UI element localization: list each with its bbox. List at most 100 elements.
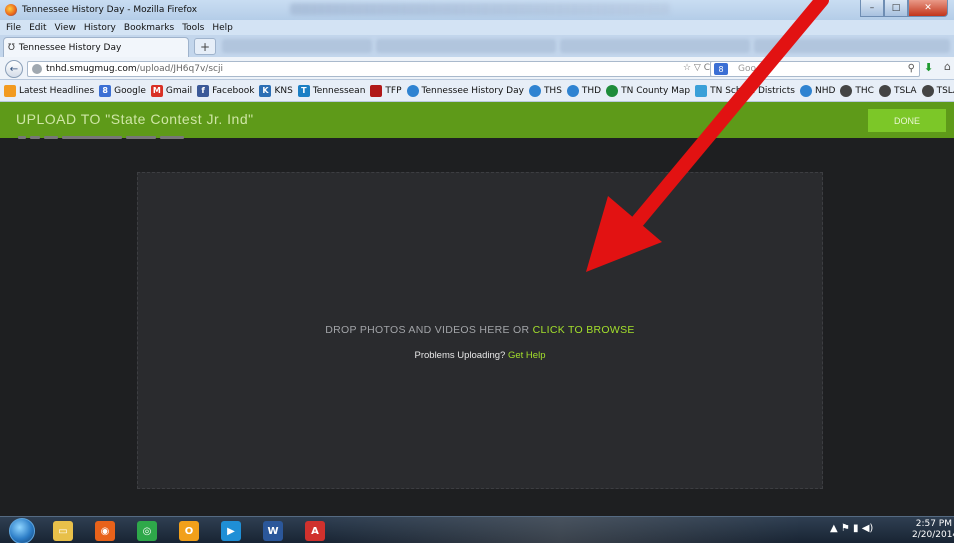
facebook-icon: f	[197, 84, 210, 97]
done-button[interactable]: DONE	[868, 109, 946, 132]
gear-globe-icon	[878, 84, 891, 97]
globe-icon	[528, 84, 541, 97]
search-engine-icon[interactable]: 8	[714, 63, 728, 75]
taskbar-app-button[interactable]: ▶	[214, 519, 248, 543]
taskbar-app-button[interactable]: ◉	[88, 519, 122, 543]
bookmark-item[interactable]: Latest Headlines	[4, 84, 95, 97]
menu-help[interactable]: Help	[212, 23, 233, 33]
url-bar[interactable]: tnhd.smugmug.com/upload/JH6q7v/scji ☆ ▽ …	[27, 61, 717, 77]
bookmark-label: THC	[855, 85, 874, 96]
taskbar-app-button[interactable]: A	[298, 519, 332, 543]
menu-history[interactable]: History	[84, 23, 116, 33]
clock-date: 2/20/2014	[912, 530, 954, 540]
search-icon[interactable]: ⚲	[908, 63, 915, 74]
google-icon: 8	[99, 84, 112, 97]
menu-tools[interactable]: Tools	[182, 23, 204, 33]
bookmark-item[interactable]: TN School Districts	[695, 84, 795, 97]
word-icon: W	[263, 521, 283, 541]
globe-icon	[406, 84, 419, 97]
windows-taskbar: ▭ ◉ ◎ O ▶ W A ▲ ⚑ ▮ ◀) 2:57 PM 2/20/2014	[0, 516, 954, 543]
url-path: /upload/JH6q7v/scji	[136, 64, 223, 74]
maximize-button[interactable]: □	[884, 0, 908, 17]
bookmark-item[interactable]: THS	[528, 84, 562, 97]
bookmark-item[interactable]: f Facebook	[197, 84, 255, 97]
blurred-taskbar-previews	[290, 3, 670, 15]
bookmark-item[interactable]: TSLA Contacts	[921, 84, 954, 97]
media-icon: ▶	[221, 521, 241, 541]
bookmark-item[interactable]: TN County Map	[606, 84, 690, 97]
bookmarks-toolbar: Latest Headlines 8 Google M Gmail f Facebook K K…	[0, 80, 954, 102]
navigation-bar: ← tnhd.smugmug.com/upload/JH6q7v/scji ☆ …	[0, 57, 954, 80]
cut-off-subtitle	[18, 136, 228, 142]
tab-tennessee-history-day[interactable]: Ʊ Tennessee History Day	[3, 37, 189, 57]
tab-blurred-4[interactable]	[754, 39, 950, 53]
close-button[interactable]: ✕	[908, 0, 948, 17]
taskbar-background-image	[320, 517, 800, 543]
firefox-logo-icon	[5, 4, 17, 16]
firefox-icon: ◉	[95, 521, 115, 541]
bookmark-label: Gmail	[165, 85, 193, 96]
bookmark-label: Facebook	[212, 85, 255, 96]
tennessean-icon: T	[297, 84, 310, 97]
get-help-link[interactable]: Get Help	[508, 350, 546, 361]
bookmark-item[interactable]: K KNS	[259, 84, 293, 97]
tab-blurred-3[interactable]	[560, 39, 750, 53]
bookmark-label: NHD	[814, 85, 836, 96]
upload-title: UPLOAD TO "State Contest Jr. Ind"	[16, 111, 254, 127]
bookmark-label: Tennessee History Day	[421, 85, 524, 96]
tab-label: Tennessee History Day	[18, 42, 122, 53]
bookmark-item[interactable]: THC	[840, 84, 874, 97]
bookmark-item[interactable]: TFP	[370, 84, 402, 97]
problems-text: Problems Uploading?	[414, 350, 508, 361]
taskbar-app-button[interactable]: ▭	[46, 519, 80, 543]
back-button[interactable]: ←	[5, 60, 23, 78]
clock[interactable]: 2:57 PM 2/20/2014	[912, 519, 954, 541]
search-input[interactable]: Goo	[738, 64, 756, 74]
upload-header: UPLOAD TO "State Contest Jr. Ind" DONE	[0, 102, 954, 138]
drop-zone[interactable]: DROP PHOTOS AND VIDEOS HERE OR CLICK TO …	[137, 172, 823, 489]
tab-blurred-1[interactable]	[222, 39, 372, 53]
bookmark-label: Latest Headlines	[19, 85, 95, 96]
taskbar-app-button[interactable]: ◎	[130, 519, 164, 543]
bookmark-item[interactable]: TSLA	[878, 84, 917, 97]
bookmark-item[interactable]: NHD	[799, 84, 836, 97]
system-tray[interactable]: ▲ ⚑ ▮ ◀)	[830, 523, 873, 534]
bookmark-item[interactable]: THD	[566, 84, 601, 97]
new-tab-button[interactable]: +	[194, 38, 216, 55]
bookmark-item[interactable]: T Tennessean	[297, 84, 366, 97]
menu-file[interactable]: File	[6, 23, 21, 33]
menu-bookmarks[interactable]: Bookmarks	[124, 23, 174, 33]
explorer-icon: ▭	[53, 521, 73, 541]
gear-globe-icon	[921, 84, 934, 97]
bookmark-item[interactable]: 8 Google	[99, 84, 146, 97]
bookmark-label: TSLA	[893, 85, 917, 96]
taskbar-app-button[interactable]: W	[256, 519, 290, 543]
window-title: Tennessee History Day - Mozilla Firefox	[22, 5, 198, 15]
bookmark-item[interactable]: Tennessee History Day	[406, 84, 524, 97]
minimize-button[interactable]: –	[860, 0, 884, 17]
globe-icon	[799, 84, 812, 97]
tab-blurred-2[interactable]	[376, 39, 556, 53]
site-identity-icon[interactable]	[32, 64, 42, 74]
globe-icon	[566, 84, 579, 97]
chrome-globe-icon	[606, 84, 619, 97]
bookmark-label: Tennessean	[312, 85, 366, 96]
click-to-browse-link[interactable]: CLICK TO BROWSE	[533, 324, 635, 336]
outlook-icon: O	[179, 521, 199, 541]
start-button[interactable]	[9, 518, 35, 543]
help-line: Problems Uploading? Get Help	[138, 350, 822, 361]
window-controls: – □ ✕	[860, 0, 948, 17]
url-bar-controls[interactable]: ☆ ▽ C	[683, 63, 710, 73]
bookmark-item[interactable]: M Gmail	[150, 84, 193, 97]
menu-edit[interactable]: Edit	[29, 23, 46, 33]
tab-bar: Ʊ Tennessee History Day +	[0, 35, 954, 57]
download-icon[interactable]: ⬇	[924, 61, 933, 74]
url-text: tnhd.smugmug.com/upload/JH6q7v/scji	[46, 64, 223, 74]
taskbar-app-button[interactable]: O	[172, 519, 206, 543]
drop-instructions: DROP PHOTOS AND VIDEOS HERE OR CLICK TO …	[138, 324, 822, 336]
home-icon[interactable]: ⌂	[944, 60, 951, 73]
menu-bar: File Edit View History Bookmarks Tools H…	[0, 20, 954, 35]
search-bar[interactable]: 8 Goo ⚲	[710, 61, 920, 77]
menu-view[interactable]: View	[55, 23, 76, 33]
drop-text: DROP PHOTOS AND VIDEOS HERE OR	[325, 324, 533, 336]
